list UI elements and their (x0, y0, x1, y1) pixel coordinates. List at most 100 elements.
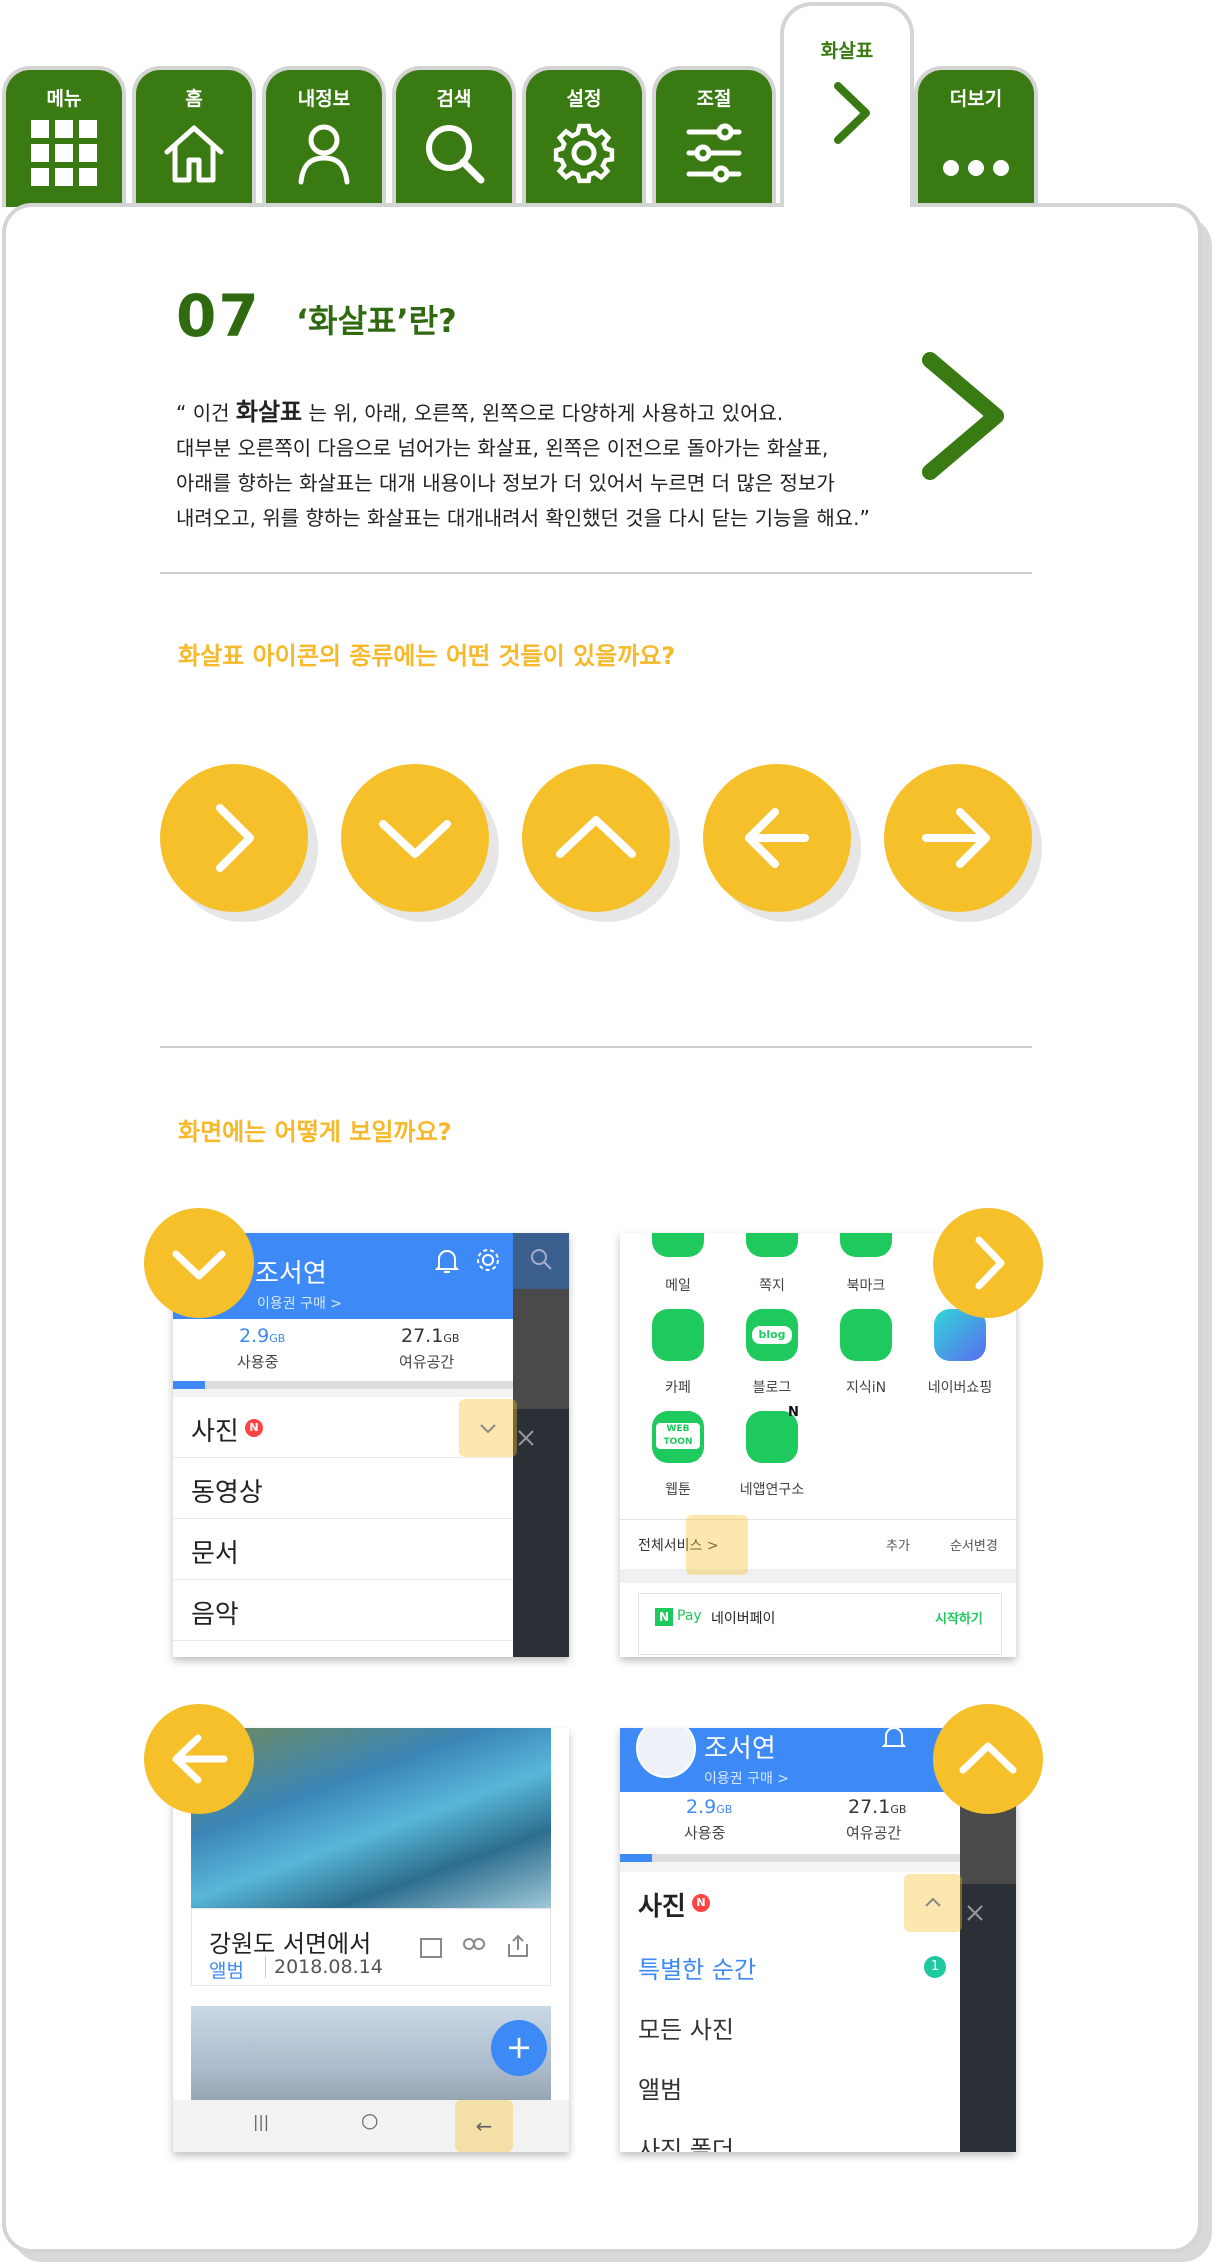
tab-menu[interactable]: 메뉴 (2, 66, 126, 207)
tab-more-label: 더보기 (949, 88, 1003, 110)
tab-my-info[interactable]: 내정보 (262, 66, 386, 207)
menu-row-label: 음악 (191, 1600, 239, 1630)
used-number: 2.9 (239, 1325, 270, 1347)
free-label: 여유공간 (399, 1353, 455, 1371)
new-badge: N (692, 1894, 710, 1912)
usage-fill (173, 1381, 205, 1389)
pay-start-link[interactable]: 시작하기 (935, 1608, 983, 1627)
pay-card[interactable]: N Pay 네이버페이 시작하기 (638, 1593, 1002, 1655)
arrow-right-icon (922, 808, 990, 868)
chevron-down-icon (172, 1250, 226, 1280)
app-label-blog: 블로그 (752, 1380, 792, 1396)
storage-box (620, 1792, 960, 1862)
desc-line2: 대부분 오른쪽이 다음으로 넘어가는 화살표, 왼쪽은 이전으로 돌아가는 화살… (176, 436, 829, 460)
highlight-chevron-down[interactable] (459, 1399, 517, 1457)
usage-bar (173, 1381, 513, 1389)
menu-row-music[interactable]: 음악 (173, 1580, 513, 1641)
app-label-lab: 네앱연구소 (739, 1482, 805, 1498)
add-link[interactable]: 추가 (886, 1535, 910, 1554)
blog-app-icon[interactable]: blog (746, 1309, 798, 1361)
chevron-down-icon (379, 820, 451, 858)
app-label-webtoon: 웹툰 (665, 1482, 691, 1498)
nav-home-button[interactable]: ○ (361, 2108, 378, 2132)
highlight-chevron-up[interactable] (904, 1874, 962, 1932)
free-label: 여유공간 (846, 1824, 902, 1842)
photo-header[interactable]: 사진 (638, 1886, 686, 1923)
divider (160, 572, 1032, 574)
nav-back-button: ← (475, 2114, 493, 2138)
kin-app-icon[interactable] (840, 1309, 892, 1361)
usage-fill (620, 1854, 652, 1862)
gear-icon[interactable] (475, 1247, 501, 1273)
usage-bar (620, 1854, 960, 1862)
chevron-right-icon (834, 82, 870, 144)
note-app-icon[interactable] (746, 1233, 798, 1257)
menu-row-document[interactable]: 문서 (173, 1519, 513, 1580)
app-label-note: 쪽지 (759, 1278, 785, 1294)
tab-search-label: 검색 (436, 88, 472, 110)
cafe-app-icon[interactable] (652, 1309, 704, 1361)
tab-home-label: 홈 (185, 88, 203, 110)
menu-item-album[interactable]: 앨범 (638, 2070, 682, 2105)
desc-line3: 아래를 향하는 화살표는 대개 내용이나 정보가 더 있어서 누르면 더 많은 … (176, 471, 835, 495)
share-icon[interactable] (505, 1934, 531, 1960)
arrow-left-icon (745, 808, 809, 868)
tab-adjust-label: 조절 (696, 88, 732, 110)
callout-arrow-left (144, 1704, 254, 1814)
arrow-type-chevron-up (522, 764, 670, 912)
question-arrow-types: 화살표 아이콘의 종류에는 어떤 것들이 있을까요? (178, 642, 676, 670)
photo-frame-icon[interactable] (419, 1936, 443, 1960)
count-badge: 1 (924, 1956, 946, 1978)
highlight-chevron-right[interactable] (686, 1515, 748, 1575)
mail-app-icon[interactable] (652, 1233, 704, 1257)
used-unit: GB (716, 1803, 733, 1816)
menu-item-special[interactable]: 특별한 순간 (638, 1950, 756, 1985)
tab-menu-label: 메뉴 (46, 88, 82, 110)
tab-arrow[interactable]: 화살표 (780, 2, 914, 207)
tab-settings-label: 설정 (566, 88, 602, 110)
bookmark-app-icon[interactable] (840, 1233, 892, 1257)
menu-row-video[interactable]: 동영상 (173, 1458, 513, 1519)
fab-add-button[interactable]: + (491, 2020, 547, 2076)
menu-item-folder[interactable]: 사진 폴더 (638, 2130, 734, 2152)
app-label-bookmark: 북마크 (846, 1278, 886, 1294)
search-icon (426, 125, 485, 184)
search-icon (531, 1249, 552, 1270)
grid-icon (31, 120, 97, 186)
menu-row-filler (173, 1641, 513, 1657)
new-badge: N (788, 1405, 799, 1420)
app-label-cafe: 카페 (665, 1380, 691, 1396)
desc-prefix: “ 이건 (176, 401, 236, 425)
arrow-left-icon (172, 1734, 228, 1784)
divider (160, 1046, 1032, 1048)
tab-settings[interactable]: 설정 (522, 66, 646, 207)
nav-recent-button[interactable]: ||| (253, 2112, 269, 2131)
highlight-back-arrow[interactable]: ← (455, 2100, 513, 2152)
reorder-link[interactable]: 순서변경 (950, 1535, 998, 1554)
tab-more[interactable]: 더보기 (914, 66, 1038, 207)
callout-chevron-right (933, 1208, 1043, 1318)
sliders-icon (686, 123, 742, 183)
chevron-down-icon (480, 1424, 496, 1434)
subscribe-link[interactable]: 이용권 구매 > (704, 1768, 789, 1788)
person-icon (298, 124, 350, 185)
tab-adjust[interactable]: 조절 (652, 66, 776, 207)
used-value: 2.9GB (239, 1325, 285, 1347)
profile-name: 조서연 (704, 1734, 776, 1764)
photo-date: 2018.08.14 (265, 1956, 383, 1978)
webtoon-app-icon[interactable]: WEB TOON (652, 1411, 704, 1463)
tab-search[interactable]: 검색 (392, 66, 516, 207)
bell-icon[interactable] (435, 1247, 459, 1275)
menu-item-all-photos[interactable]: 모든 사진 (638, 2010, 734, 2045)
chevron-right-icon (975, 1236, 1005, 1290)
people-icon[interactable] (459, 1936, 489, 1960)
arrow-type-arrow-right (884, 764, 1032, 912)
free-unit: GB (443, 1332, 460, 1345)
desc-strong: 화살표 (235, 398, 303, 426)
subscribe-link[interactable]: 이용권 구매 > (257, 1293, 342, 1313)
callout-chevron-down (144, 1208, 254, 1318)
bell-icon[interactable] (882, 1728, 906, 1752)
tab-home[interactable]: 홈 (132, 66, 256, 207)
fab-label: + (505, 2028, 533, 2066)
section-number: 07 (176, 282, 261, 350)
